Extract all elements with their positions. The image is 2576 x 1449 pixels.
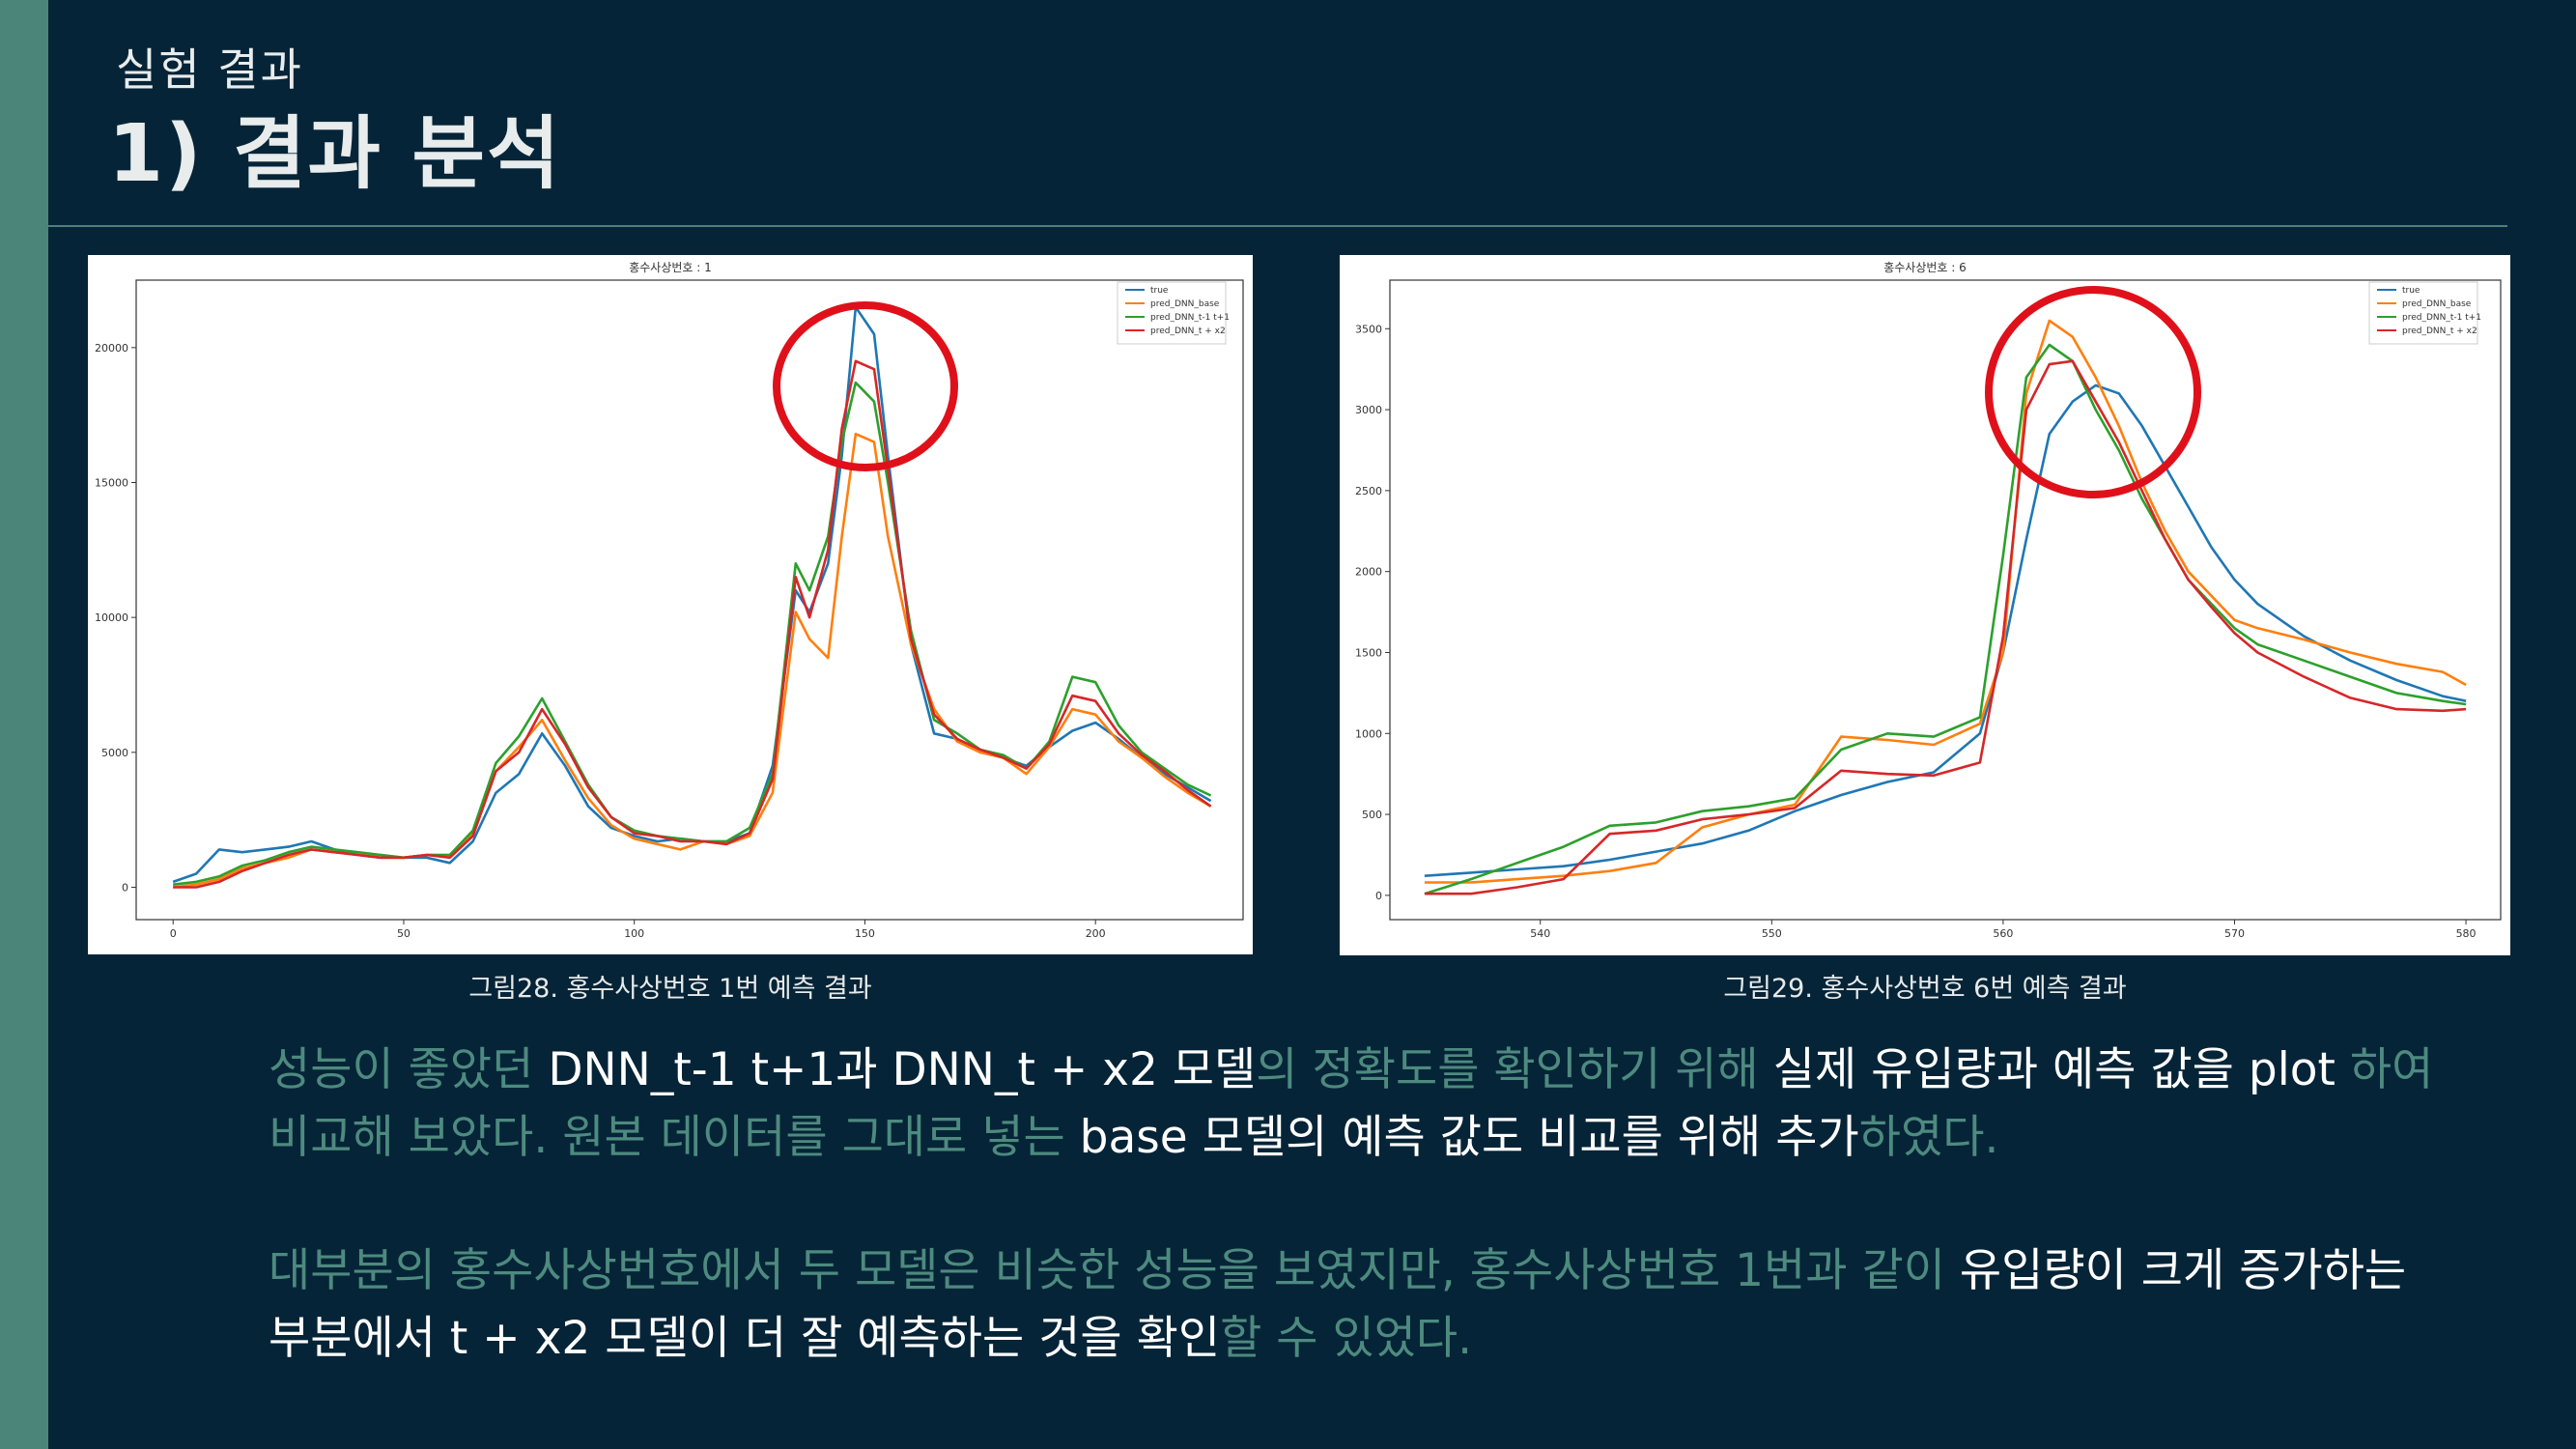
y-tick-label: 0: [122, 881, 128, 894]
series-line-1: [173, 432, 1212, 889]
legend-label: true: [2402, 286, 2420, 296]
chart-2-ticks: 540 550 560 570 580 0 500 1000 1500 2000 2500 3000 3…: [1355, 323, 2477, 940]
chart-2-title: 홍수사상번호 : 6: [1883, 261, 1967, 274]
text-run-highlight: base 모델의 예측 값도 비교를 위해 추가: [1079, 1111, 1859, 1164]
y-tick-label: 2000: [1355, 566, 1382, 579]
legend-label: true: [1150, 286, 1169, 296]
y-tick-label: 500: [1362, 809, 1382, 821]
paragraph-1: 성능이 좋았던 DNN_t-1 t+1과 DNN_t + x2 모델의 정확도를…: [269, 1037, 2433, 1172]
chart-1-lines: [172, 305, 1212, 889]
series-line-1: [1424, 319, 2467, 884]
paragraph-line: 대부분의 홍수사상번호에서 두 모델은 비슷한 성능을 보였지만, 홍수사상번호…: [269, 1237, 2406, 1305]
x-tick-label: 0: [170, 927, 177, 940]
x-tick-label: 100: [624, 927, 644, 940]
text-run-highlight: 유입량이 크게 증가하는: [1959, 1244, 2407, 1297]
legend-label: pred_DNN_t-1 t+1: [2402, 313, 2481, 323]
legend-label: pred_DNN_base: [1150, 299, 1220, 309]
highlight-circle: [1985, 286, 2201, 498]
text-run-highlight: 실제 유입량과 예측 값을 plot: [1772, 1043, 2350, 1096]
chart-1-title: 홍수사상번호 : 1: [629, 261, 712, 274]
chart-1-frame: [135, 279, 1244, 921]
text-run: 할 수 있었다.: [1220, 1312, 1473, 1365]
y-tick-label: 0: [1375, 890, 1382, 902]
highlight-circle: [773, 301, 958, 471]
text-run: 하여: [2349, 1043, 2434, 1096]
paragraph-line: 비교해 보았다. 원본 데이터를 그대로 넣는 base 모델의 예측 값도 비…: [269, 1104, 2433, 1172]
y-tick-label: 1500: [1355, 646, 1382, 659]
y-tick-label: 10000: [95, 611, 128, 624]
series-line-2: [1424, 343, 2467, 895]
accent-sidebar: [0, 0, 48, 1449]
chart-1: 홍수사상번호 : 1 0 50 100 150 200 0 5000 10000 15000 20…: [95, 261, 1244, 940]
series-line-2: [173, 381, 1212, 886]
legend-label: pred_DNN_t + x2: [1150, 327, 1226, 336]
chart-1-legend: true pred_DNN_base pred_DNN_t-1 t+1 pred_DN…: [1117, 281, 1230, 345]
slide-title: 1) 결과 분석: [108, 108, 562, 200]
x-tick-label: 200: [1086, 927, 1106, 940]
x-tick-label: 150: [855, 927, 875, 940]
series-line-3: [173, 359, 1212, 889]
chart-2-lines: [1424, 319, 2467, 895]
title-divider: [48, 225, 2507, 227]
figure-caption-1: 그림28. 홍수사상번호 1번 예측 결과: [468, 974, 872, 1004]
legend-label: pred_DNN_base: [2402, 299, 2472, 309]
x-tick-label: 550: [1762, 927, 1782, 940]
text-run: 의 정확도를 확인하기 위해: [1256, 1043, 1773, 1096]
text-run: 비교해 보았다. 원본 데이터를 그대로 넣는: [269, 1111, 1080, 1164]
y-tick-label: 15000: [95, 476, 128, 489]
x-tick-label: 580: [2456, 927, 2477, 940]
paragraph-line: 부분에서 t + x2 모델이 더 잘 예측하는 것을 확인할 수 있었다.: [269, 1305, 2406, 1373]
chart-panel-1: 홍수사상번호 : 1 0 50 100 150 200 0 5000 10000 15000 20…: [88, 255, 1253, 954]
x-tick-label: 50: [397, 927, 410, 940]
series-line-0: [172, 305, 1212, 884]
paragraph-line: 성능이 좋았던 DNN_t-1 t+1과 DNN_t + x2 모델의 정확도를…: [269, 1037, 2433, 1104]
text-run-highlight: 부분에서 t + x2 모델이 더 잘 예측하는 것을 확인: [269, 1312, 1221, 1365]
series-line-0: [1424, 384, 2467, 877]
x-tick-label: 570: [2224, 927, 2245, 940]
y-tick-label: 3500: [1355, 323, 1382, 335]
y-tick-label: 2500: [1355, 485, 1382, 497]
chart-1-ticks: 0 50 100 150 200 0 5000 10000 15000 20000: [95, 342, 1106, 940]
legend-label: pred_DNN_t-1 t+1: [1150, 313, 1230, 323]
figure-caption-2: 그림29. 홍수사상번호 6번 예측 결과: [1723, 974, 2127, 1004]
chart-2: 홍수사상번호 : 6 540 550 560 570 580 0 500 1000 1500 20…: [1355, 261, 2502, 940]
chart-panel-2: 홍수사상번호 : 6 540 550 560 570 580 0 500 1000 1500 20…: [1340, 255, 2510, 955]
y-tick-label: 5000: [101, 747, 128, 759]
legend-label: pred_DNN_t + x2: [2402, 327, 2477, 336]
series-line-3: [1424, 359, 2467, 895]
text-run: 성능이 좋았던: [269, 1043, 549, 1096]
text-run-highlight: DNN_t-1 t+1과 DNN_t + x2 모델: [548, 1043, 1257, 1096]
chart-2-frame: [1389, 279, 2502, 921]
text-run: 하였다.: [1858, 1111, 1999, 1164]
x-tick-label: 540: [1530, 927, 1550, 940]
y-tick-label: 20000: [95, 342, 128, 355]
chart-2-legend: true pred_DNN_base pred_DNN_t-1 t+1 pred_DN…: [2368, 281, 2481, 345]
x-tick-label: 560: [1993, 927, 2013, 940]
text-run: 대부분의 홍수사상번호에서 두 모델은 비슷한 성능을 보였지만, 홍수사상번호…: [269, 1244, 1960, 1297]
y-tick-label: 3000: [1355, 404, 1382, 416]
y-tick-label: 1000: [1355, 727, 1382, 740]
paragraph-2: 대부분의 홍수사상번호에서 두 모델은 비슷한 성능을 보였지만, 홍수사상번호…: [269, 1237, 2406, 1373]
